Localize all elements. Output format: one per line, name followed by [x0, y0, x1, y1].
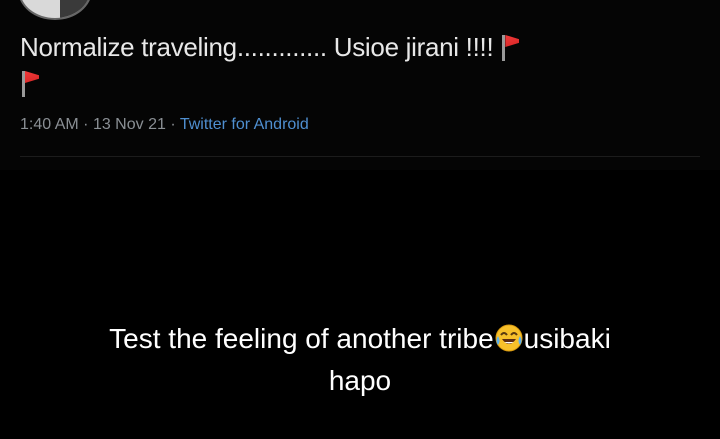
meme-caption: Test the feeling of another tribe usibak… — [0, 318, 720, 402]
tweet-date: 13 Nov 21 — [92, 116, 166, 133]
caption-text-end: usibaki — [523, 323, 611, 354]
meta-separator: · — [83, 116, 89, 133]
red-flag-icon — [20, 69, 42, 97]
caption-text-line2: hapo — [328, 365, 392, 396]
tweet-screenshot: Normalize traveling............. Usioe j… — [0, 0, 720, 170]
avatar-shade — [60, 0, 90, 18]
tears-of-joy-emoji-icon — [494, 323, 524, 353]
divider — [20, 156, 700, 157]
tweet-meta: 1:40 AM · 13 Nov 21 · Twitter for Androi… — [20, 116, 309, 134]
tweet-text: Normalize traveling............. Usioe j… — [20, 32, 494, 62]
red-flag-icon — [500, 33, 522, 61]
tweet-source-link[interactable]: Twitter for Android — [180, 116, 309, 133]
avatar[interactable] — [18, 0, 92, 20]
caption-text-start: Test the feeling of another tribe — [109, 323, 494, 354]
tweet-time: 1:40 AM — [20, 116, 79, 133]
tweet-body: Normalize traveling............. Usioe j… — [20, 29, 710, 101]
meta-separator: · — [170, 116, 176, 133]
